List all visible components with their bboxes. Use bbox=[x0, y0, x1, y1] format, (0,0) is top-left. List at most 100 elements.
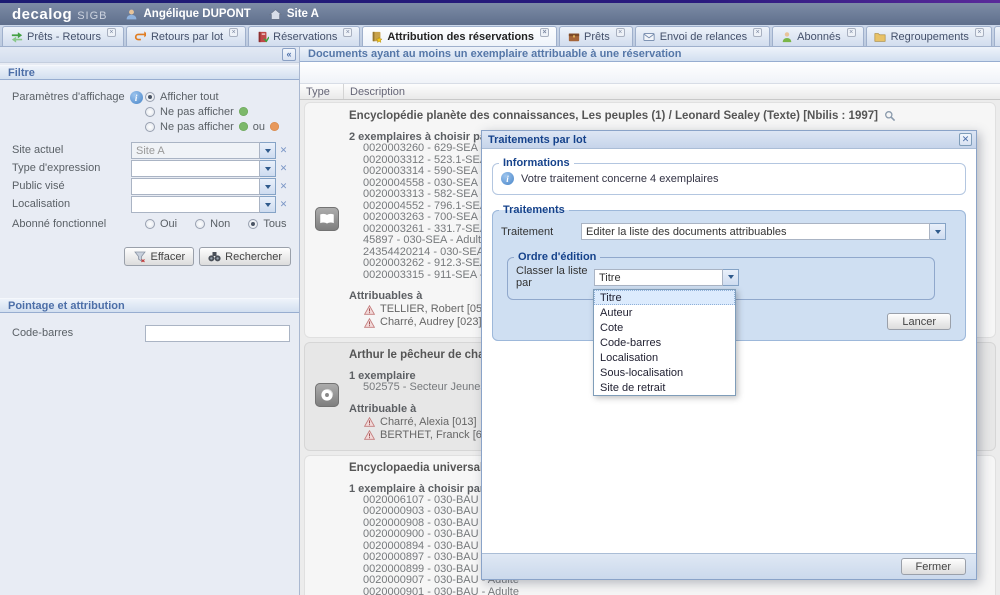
radio-ne-pas-afficher-2[interactable]: Ne pas afficher ou bbox=[145, 119, 291, 134]
chevron-down-icon[interactable] bbox=[930, 223, 946, 240]
field-row-site-actuel: Site actuel Site A ✕ bbox=[12, 142, 291, 159]
sidebar: « Filtre Paramètres d'affichage i Affich… bbox=[0, 47, 300, 595]
tab-regroupements[interactable]: Regroupements bbox=[866, 26, 992, 46]
logo-text: decalog bbox=[12, 6, 72, 23]
sort-order-dropdown-list: Titre Auteur Cote Code-barres Localisati… bbox=[593, 289, 736, 396]
tab-label: Prêts - Retours bbox=[27, 31, 101, 43]
chevron-down-icon[interactable] bbox=[260, 196, 276, 213]
radio-button[interactable] bbox=[145, 92, 155, 102]
radio-ne-pas-afficher-1[interactable]: Ne pas afficher bbox=[145, 104, 291, 119]
tab-label: Réservations bbox=[273, 31, 337, 43]
document-title: Encyclopaedia universalis : bbox=[349, 462, 500, 474]
chevron-down-icon[interactable] bbox=[260, 160, 276, 177]
sort-order-select[interactable]: Titre bbox=[594, 269, 739, 286]
tab-label: Retours par lot bbox=[151, 31, 223, 43]
radio-afficher-tout[interactable]: Afficher tout bbox=[145, 89, 291, 104]
field-row-localisation: Localisation ✕ bbox=[12, 196, 291, 213]
close-icon[interactable] bbox=[975, 28, 984, 37]
traitement-select[interactable]: Editer la liste des documents attribuabl… bbox=[581, 223, 946, 240]
document-title: Encyclopédie planète des connaissances, … bbox=[349, 110, 878, 122]
tab-label: Prêts bbox=[584, 31, 610, 43]
batch-return-arrow-icon bbox=[134, 30, 147, 43]
tab-envoi-de-relances[interactable]: Envoi de relances bbox=[635, 26, 770, 46]
orange-status-dot bbox=[270, 122, 279, 131]
dropdown-option-code-barres[interactable]: Code-barres bbox=[594, 335, 735, 350]
logo-suffix: SIGB bbox=[77, 10, 107, 22]
radio-non[interactable]: Non bbox=[195, 216, 230, 231]
site-select[interactable]: Site A bbox=[131, 142, 276, 159]
close-icon[interactable] bbox=[229, 28, 238, 37]
filter-section-header: Filtre bbox=[0, 65, 299, 80]
launch-button[interactable]: Lancer bbox=[887, 313, 951, 330]
dialog-footer: Fermer bbox=[482, 553, 976, 579]
close-icon[interactable]: ✕ bbox=[959, 133, 972, 146]
site-name: Site A bbox=[287, 8, 319, 20]
info-icon: i bbox=[130, 91, 143, 104]
tab-prets-retours[interactable]: Prêts - Retours bbox=[2, 26, 124, 46]
binoculars-icon bbox=[208, 250, 221, 263]
dropdown-option-localisation[interactable]: Localisation bbox=[594, 350, 735, 365]
close-icon[interactable] bbox=[107, 28, 116, 37]
tab-bar: Prêts - Retours Retours par lot Réservat… bbox=[0, 25, 1000, 47]
radio-button[interactable] bbox=[195, 219, 205, 229]
collapse-sidebar-button[interactable]: « bbox=[282, 48, 296, 61]
close-icon[interactable] bbox=[847, 28, 856, 37]
tab-label: Regroupements bbox=[891, 31, 969, 43]
field-row-type-expression: Type d'expression ✕ bbox=[12, 160, 291, 177]
radio-tous[interactable]: Tous bbox=[248, 216, 286, 231]
type-expression-select[interactable] bbox=[131, 160, 276, 177]
close-icon[interactable] bbox=[343, 28, 352, 37]
dropdown-option-auteur[interactable]: Auteur bbox=[594, 305, 735, 320]
dropdown-option-titre[interactable]: Titre bbox=[594, 290, 735, 305]
clear-field-icon[interactable]: ✕ bbox=[276, 199, 291, 210]
clear-field-icon[interactable]: ✕ bbox=[276, 163, 291, 174]
dialog-title-bar[interactable]: Traitements par lot ✕ bbox=[482, 131, 976, 149]
funnel-icon bbox=[133, 250, 146, 263]
field-row-public-vise: Public visé ✕ bbox=[12, 178, 291, 195]
dropdown-option-site-de-retrait[interactable]: Site de retrait bbox=[594, 380, 735, 395]
main-panel-title: Documents ayant au moins un exemplaire a… bbox=[300, 47, 1000, 62]
search-button[interactable]: Rechercher bbox=[199, 247, 291, 266]
home-icon bbox=[269, 8, 282, 21]
close-icon[interactable] bbox=[753, 28, 762, 37]
column-header-description[interactable]: Description bbox=[344, 84, 405, 99]
radio-button[interactable] bbox=[248, 219, 258, 229]
tab-dettes-reglements[interactable]: Dettes & Règlements bbox=[994, 26, 1000, 46]
radio-oui[interactable]: Oui bbox=[145, 216, 177, 231]
clear-field-icon[interactable]: ✕ bbox=[276, 145, 291, 156]
close-icon[interactable] bbox=[616, 28, 625, 37]
column-header-type[interactable]: Type bbox=[300, 84, 344, 99]
chevron-down-icon[interactable] bbox=[260, 178, 276, 195]
close-icon[interactable] bbox=[540, 28, 549, 37]
public-vise-select[interactable] bbox=[131, 178, 276, 195]
clear-field-icon[interactable]: ✕ bbox=[276, 181, 291, 192]
book-icon bbox=[315, 207, 339, 231]
localisation-select[interactable] bbox=[131, 196, 276, 213]
display-params-label: Paramètres d'affichage i bbox=[12, 89, 145, 134]
tab-reservations[interactable]: Réservations bbox=[248, 26, 360, 46]
traitements-legend: Traitements bbox=[499, 204, 569, 216]
dropdown-option-sous-localisation[interactable]: Sous-localisation bbox=[594, 365, 735, 380]
barcode-input[interactable] bbox=[145, 325, 290, 342]
current-user[interactable]: Angélique DUPONT bbox=[125, 8, 250, 21]
tab-retours-par-lot[interactable]: Retours par lot bbox=[126, 26, 246, 46]
close-dialog-button[interactable]: Fermer bbox=[901, 558, 966, 575]
chevron-down-icon[interactable] bbox=[723, 269, 739, 286]
tab-attribution-des-reservations[interactable]: Attribution des réservations bbox=[362, 26, 557, 46]
exemplaire-line: 0020000901 - 030-BAU - Adulte bbox=[363, 587, 989, 595]
magnifier-icon[interactable] bbox=[884, 109, 897, 122]
ordre-edition-legend: Ordre d'édition bbox=[514, 251, 600, 263]
radio-button[interactable] bbox=[145, 122, 155, 132]
warning-icon bbox=[363, 416, 376, 429]
tab-abonnes[interactable]: Abonnés bbox=[772, 26, 863, 46]
tab-prets[interactable]: Prêts bbox=[559, 26, 633, 46]
site-select-value: Site A bbox=[131, 142, 260, 159]
radio-button[interactable] bbox=[145, 107, 155, 117]
clear-filters-button[interactable]: Effacer bbox=[124, 247, 194, 266]
radio-button[interactable] bbox=[145, 219, 155, 229]
pointage-section-header: Pointage et attribution bbox=[0, 298, 299, 313]
current-site[interactable]: Site A bbox=[269, 8, 319, 21]
chevron-down-icon[interactable] bbox=[260, 142, 276, 159]
envelope-icon bbox=[643, 30, 656, 43]
dropdown-option-cote[interactable]: Cote bbox=[594, 320, 735, 335]
